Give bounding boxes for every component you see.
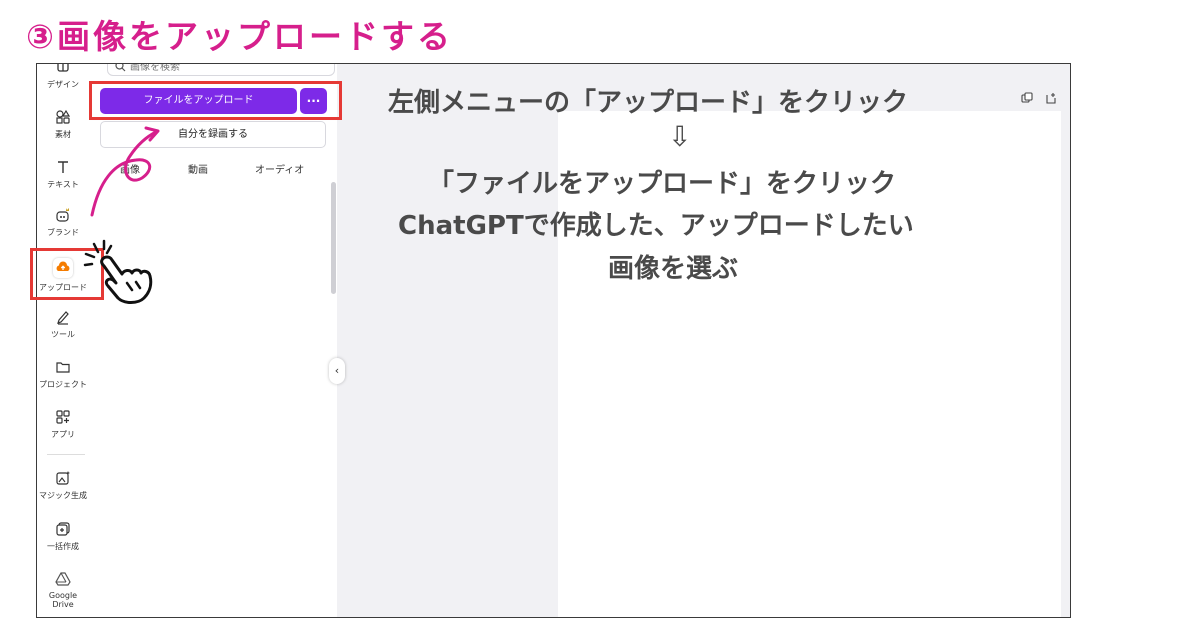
sidebar-item-brand[interactable]: ブランド [37, 207, 89, 238]
magic-image-icon [56, 471, 70, 485]
sidebar-item-label: アプリ [51, 430, 75, 439]
rail-divider [47, 454, 85, 455]
design-icon [57, 64, 69, 72]
instruction-line-3: ChatGPTで作成した、アップロードしたい [398, 211, 914, 241]
pointing-hand-icon [83, 239, 153, 304]
sidebar-item-tools[interactable]: ツール [37, 309, 89, 340]
highlight-upload-button [89, 81, 342, 120]
pen-tool-icon [57, 311, 69, 325]
sidebar-item-google-drive[interactable]: Google Drive [37, 571, 89, 609]
brand-icon [56, 208, 69, 222]
instruction-line-1: 左側メニューの「アップロード」をクリック [388, 88, 909, 118]
google-drive-icon [55, 572, 71, 586]
duplicate-page-icon[interactable] [1021, 92, 1033, 104]
tab-videos[interactable]: 動画 [188, 161, 208, 176]
annotation-arrow-icon [90, 126, 160, 217]
collapse-panel-button[interactable]: ‹ [329, 358, 345, 384]
bulk-create-icon [56, 522, 70, 536]
sidebar-item-label: 一括作成 [47, 542, 79, 551]
editor-window: デザイン 素材 テキスト ブランド アップロード ツール プロジェクト アプリ … [36, 63, 1071, 618]
page-headline: ③画像をアップロードする [26, 17, 453, 56]
sidebar-item-bulk-create[interactable]: 一括作成 [37, 521, 89, 552]
panel-scrollbar[interactable] [331, 182, 336, 294]
search-field[interactable] [107, 64, 335, 76]
folder-icon [56, 362, 70, 373]
search-input[interactable] [130, 64, 310, 73]
search-icon [115, 64, 126, 72]
sidebar-item-projects[interactable]: プロジェクト [37, 359, 89, 390]
instruction-line-4: 画像を選ぶ [608, 254, 739, 284]
apps-icon [56, 410, 70, 424]
sidebar-item-text[interactable]: テキスト [37, 159, 89, 190]
sidebar-item-apps[interactable]: アプリ [37, 409, 89, 440]
sidebar-item-label: ブランド [47, 228, 79, 237]
down-arrow-icon: ⇩ [668, 120, 692, 153]
sidebar-item-design[interactable]: デザイン [37, 64, 89, 90]
sidebar-item-label: テキスト [47, 180, 79, 189]
tab-audio[interactable]: オーディオ [255, 161, 304, 176]
sidebar-item-magic[interactable]: マジック生成 [37, 470, 89, 501]
text-icon [58, 161, 68, 173]
sidebar-item-label: デザイン [47, 80, 79, 89]
sidebar-item-label: 素材 [55, 130, 71, 139]
sidebar-item-elements[interactable]: 素材 [37, 109, 89, 140]
instruction-line-2: 「ファイルをアップロード」をクリック [428, 169, 897, 199]
elements-icon [56, 109, 71, 124]
add-page-icon[interactable] [1045, 92, 1057, 104]
sidebar-item-label: Google Drive [48, 591, 78, 609]
sidebar-item-label: マジック生成 [39, 491, 87, 500]
sidebar-item-label: プロジェクト [39, 380, 87, 389]
sidebar-item-label: ツール [51, 330, 75, 339]
